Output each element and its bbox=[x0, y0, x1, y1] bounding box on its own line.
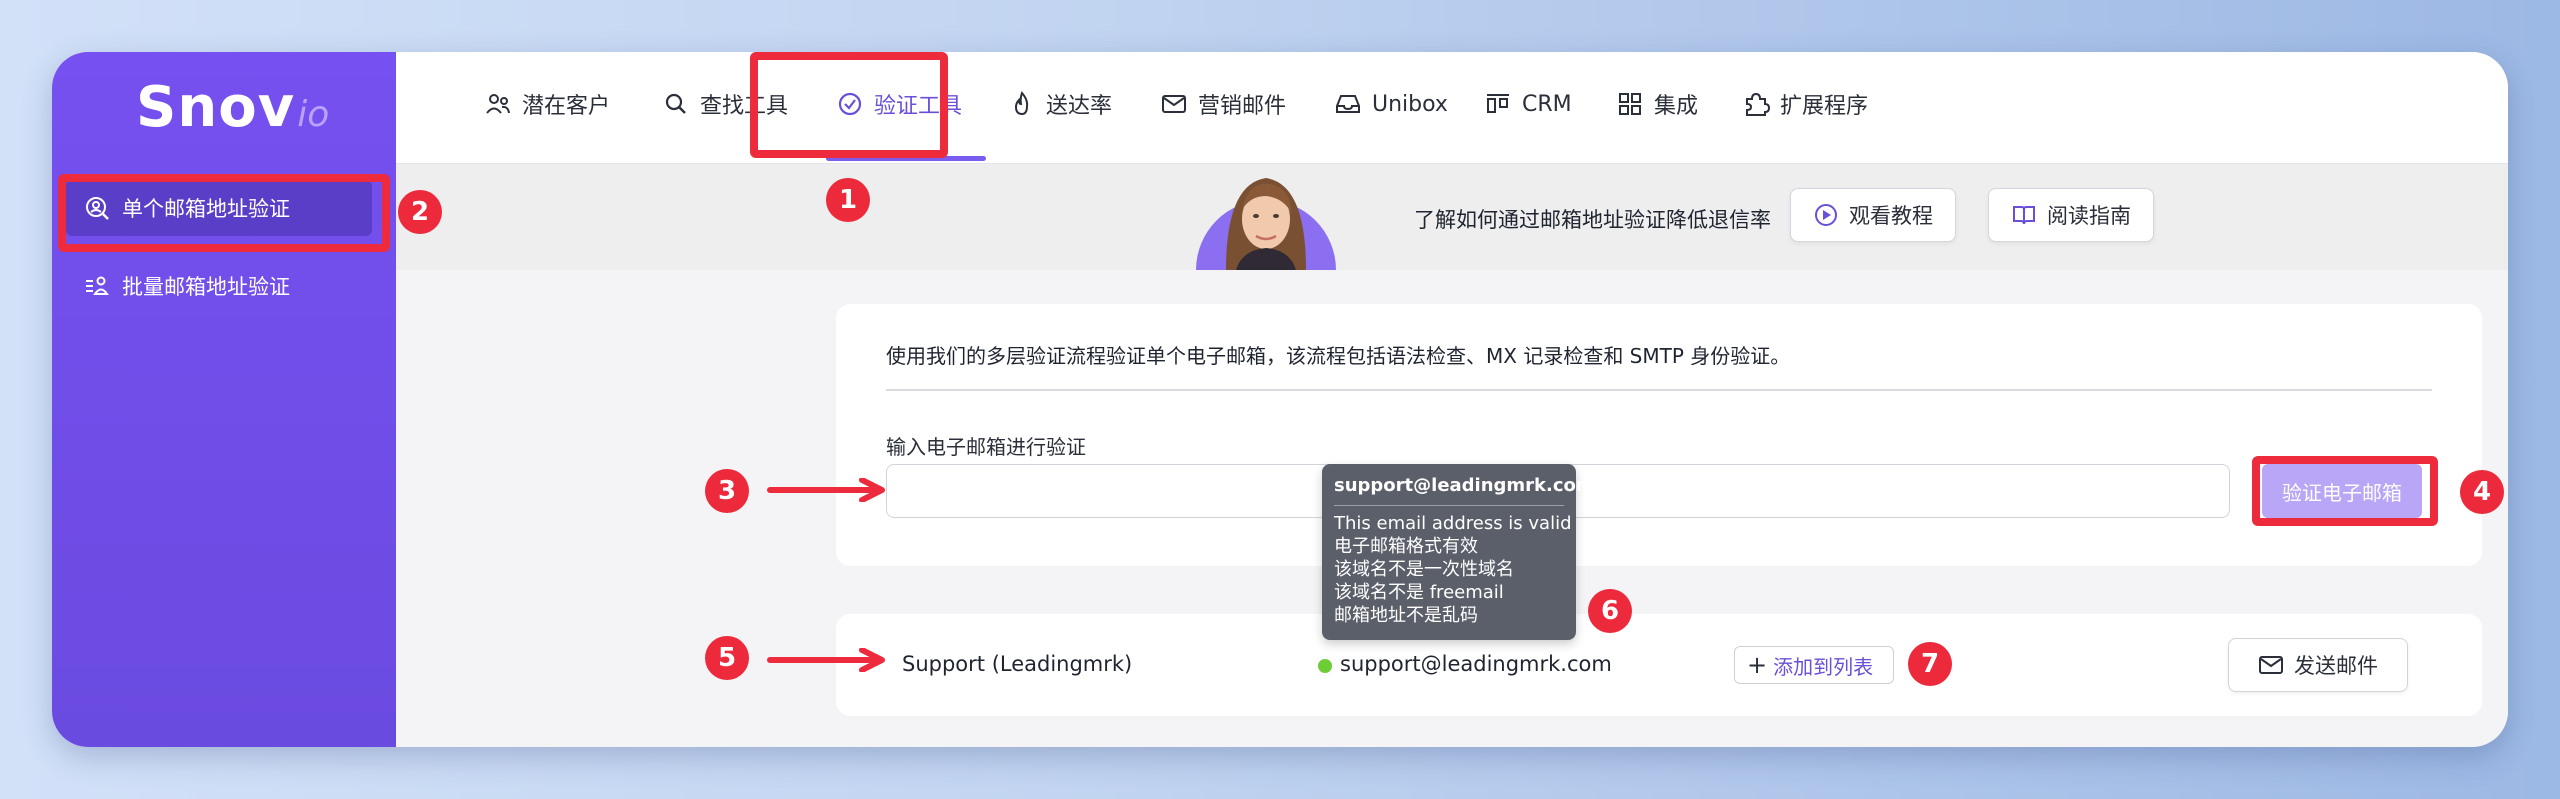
watch-tutorial-button[interactable]: 观看教程 bbox=[1790, 188, 1956, 242]
tooltip-line: 该域名不是一次性域名 bbox=[1334, 559, 1514, 580]
top-nav: 潜在客户 查找工具 验证工具 送达率 营销邮件 Unibox CRM 集成 扩展… bbox=[396, 52, 2508, 164]
send-email-button[interactable]: 发送邮件 bbox=[2228, 638, 2408, 692]
tooltip-line: 该域名不是 freemail bbox=[1334, 582, 1504, 603]
nav-item-label: 潜在客户 bbox=[522, 94, 611, 119]
validation-tooltip: support@leadingmrk.com This email addres… bbox=[1322, 464, 1595, 640]
book-icon bbox=[2011, 202, 2037, 228]
presenter-avatar bbox=[1196, 164, 1336, 270]
read-guide-label: 阅读指南 bbox=[2047, 204, 2131, 228]
send-email-label: 发送邮件 bbox=[2294, 654, 2378, 678]
search-icon bbox=[662, 90, 690, 118]
brand-suffix: io bbox=[297, 94, 330, 135]
banner-text: 了解如何通过邮箱地址验证降低退信率 bbox=[1414, 208, 1771, 232]
play-circle-icon bbox=[1813, 202, 1839, 228]
nav-item-label: 扩展程序 bbox=[1780, 94, 1869, 119]
nav-item-leads[interactable]: 潜在客户 bbox=[484, 84, 610, 124]
nav-item-integrations[interactable]: 集成 bbox=[1616, 84, 1698, 124]
mail-icon bbox=[1160, 90, 1188, 118]
tooltip-line: This email address is valid bbox=[1334, 513, 1572, 534]
sidebar: Snovio 单个邮箱地址验证 批量邮箱地址验证 bbox=[52, 52, 396, 747]
users-icon bbox=[484, 90, 512, 118]
valid-status-dot bbox=[1318, 659, 1332, 673]
grid-icon bbox=[1616, 90, 1644, 118]
tooltip-line: 邮箱地址不是乱码 bbox=[1334, 605, 1478, 626]
annotation-badge: 1 bbox=[826, 178, 870, 222]
arrow-to-input bbox=[767, 478, 885, 502]
puzzle-icon bbox=[1742, 90, 1770, 118]
nav-item-label: 送达率 bbox=[1046, 94, 1113, 119]
mail-icon bbox=[2258, 652, 2284, 678]
add-to-list-label: 添加到列表 bbox=[1773, 654, 1874, 679]
nav-item-deliverability[interactable]: 送达率 bbox=[1008, 84, 1112, 124]
sidebar-item-bulk-verify[interactable]: 批量邮箱地址验证 bbox=[66, 258, 372, 314]
brand-name: Snov bbox=[136, 75, 296, 140]
plus-icon: + bbox=[1747, 651, 1768, 679]
annotation-badge: 7 bbox=[1908, 642, 1952, 686]
annotation-badge: 5 bbox=[705, 636, 749, 680]
highlight-single-verify bbox=[58, 174, 390, 252]
add-to-list-button[interactable]: + 添加到列表 bbox=[1734, 646, 1894, 684]
tutorial-banner: 了解如何通过邮箱地址验证降低退信率 观看教程 阅读指南 bbox=[396, 164, 2508, 270]
divider bbox=[886, 389, 2432, 391]
brand-logo[interactable]: Snovio bbox=[136, 66, 366, 150]
nav-item-label: 集成 bbox=[1654, 94, 1699, 119]
nav-item-unibox[interactable]: Unibox bbox=[1334, 84, 1448, 124]
annotation-badge: 3 bbox=[705, 469, 749, 513]
list-user-icon bbox=[84, 273, 110, 299]
flame-icon bbox=[1008, 90, 1036, 118]
nav-item-label: 营销邮件 bbox=[1198, 94, 1287, 119]
nav-item-extensions[interactable]: 扩展程序 bbox=[1742, 84, 1868, 124]
arrow-to-result bbox=[767, 648, 885, 672]
read-guide-button[interactable]: 阅读指南 bbox=[1988, 188, 2154, 242]
verify-description: 使用我们的多层验证流程验证单个电子邮箱，该流程包括语法检查、MX 记录检查和 S… bbox=[886, 344, 1791, 368]
email-input-label: 输入电子邮箱进行验证 bbox=[886, 435, 1086, 459]
highlight-verify-button bbox=[2252, 456, 2438, 526]
inbox-icon bbox=[1334, 90, 1362, 118]
annotation-badge: 4 bbox=[2460, 470, 2504, 514]
watch-tutorial-label: 观看教程 bbox=[1849, 204, 1933, 228]
sidebar-item-label: 批量邮箱地址验证 bbox=[122, 275, 290, 299]
nav-item-label: Unibox bbox=[1372, 91, 1448, 117]
contact-name: Support (Leadingmrk) bbox=[902, 652, 1133, 676]
annotation-badge: 6 bbox=[1588, 589, 1632, 633]
contact-email[interactable]: support@leadingmrk.com bbox=[1340, 652, 1612, 676]
crm-icon bbox=[1484, 90, 1512, 118]
nav-item-campaigns[interactable]: 营销邮件 bbox=[1160, 84, 1286, 124]
highlight-verifier-tab bbox=[750, 52, 948, 158]
nav-item-crm[interactable]: CRM bbox=[1484, 84, 1572, 124]
annotation-badge: 2 bbox=[398, 190, 442, 234]
tooltip-line: 电子邮箱格式有效 bbox=[1334, 536, 1478, 557]
tooltip-title: support@leadingmrk.com bbox=[1334, 474, 1595, 506]
nav-item-label: CRM bbox=[1522, 91, 1572, 117]
